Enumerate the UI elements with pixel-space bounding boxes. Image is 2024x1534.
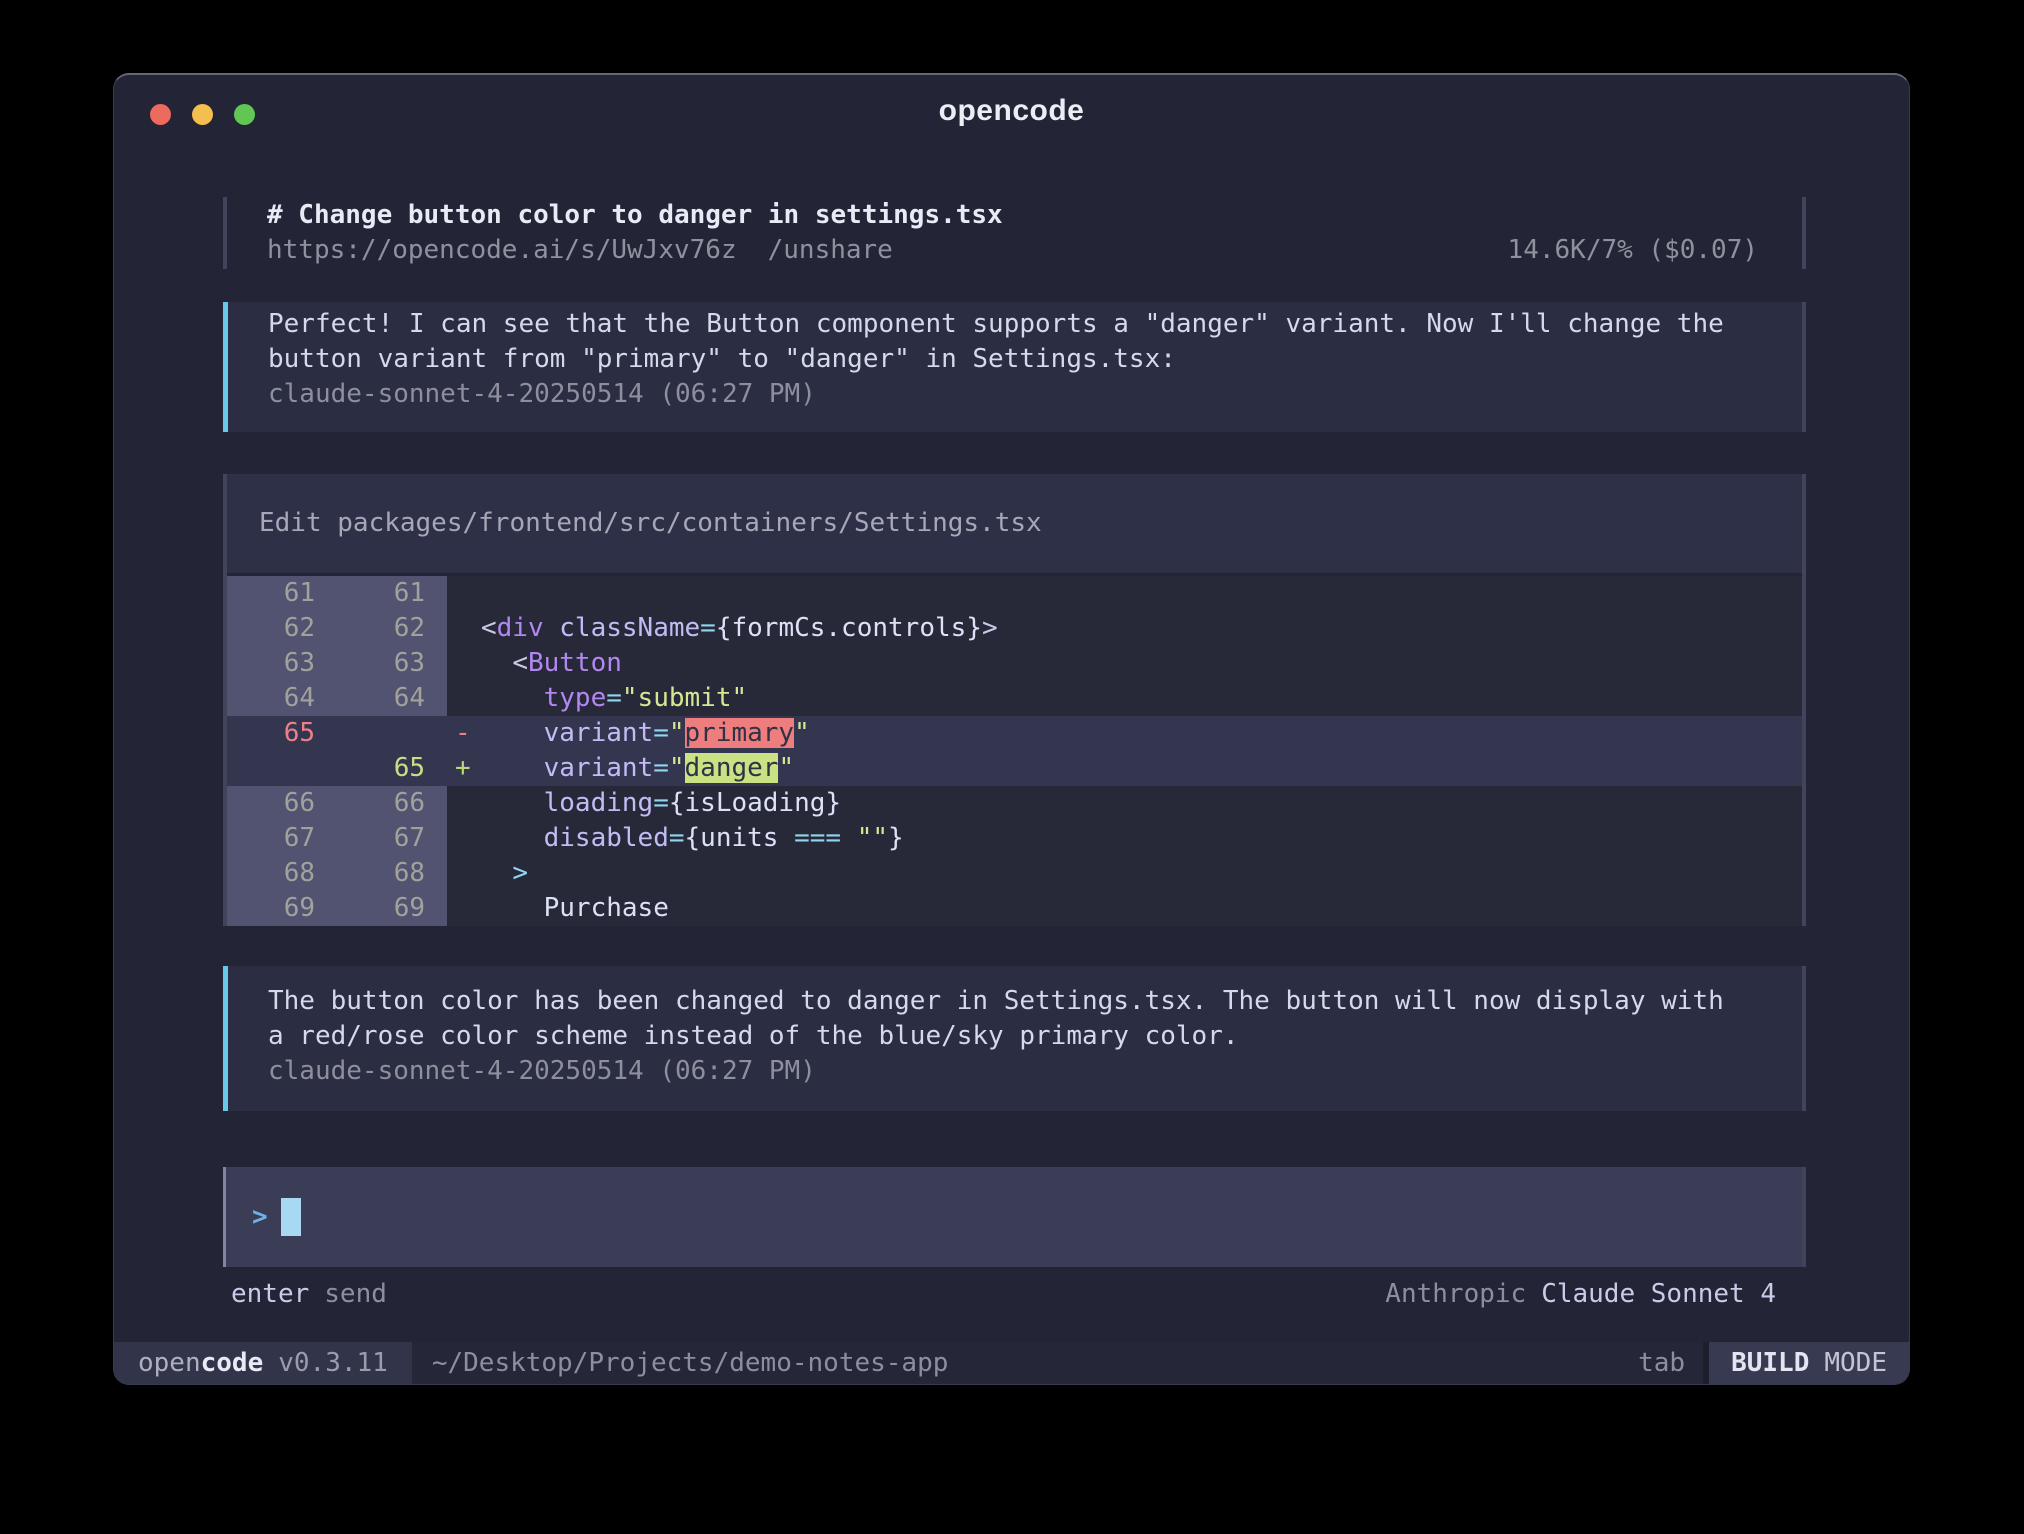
diff-row: 6868 > [227, 856, 1802, 891]
prompt-marker: > [252, 1200, 268, 1235]
message-line: button variant from "primary" to "danger… [268, 342, 1762, 377]
prompt-input[interactable]: > [223, 1167, 1806, 1267]
diff-row: 65- variant="primary" [227, 716, 1802, 751]
unshare-command[interactable]: /unshare [768, 233, 893, 268]
message-model-timestamp: claude-sonnet-4-20250514 (06:27 PM) [268, 1054, 1762, 1089]
token-usage-cost: 14.6K/7% ($0.07) [1508, 233, 1758, 268]
diff-row: 6767 disabled={units === ""} [227, 821, 1802, 856]
title-bar: opencode [114, 75, 1909, 142]
diff-row: 6464 type="submit" [227, 681, 1802, 716]
app-version-badge: opencodev0.3.11 [114, 1342, 412, 1384]
edit-tool-title: Edit packages/frontend/src/containers/Se… [227, 474, 1802, 576]
message-line: Perfect! I can see that the Button compo… [268, 307, 1762, 342]
diff-row: 65+ variant="danger" [227, 751, 1802, 786]
diff-row: 6666 loading={isLoading} [227, 786, 1802, 821]
assistant-message: Perfect! I can see that the Button compo… [223, 302, 1806, 432]
edit-tool-card: Edit packages/frontend/src/containers/Se… [223, 474, 1806, 926]
session-title: # Change button color to danger in setti… [267, 198, 1758, 233]
status-bar: opencodev0.3.11 ~/Desktop/Projects/demo-… [114, 1342, 1909, 1384]
model-indicator: AnthropicClaude Sonnet 4 [1385, 1277, 1776, 1313]
diff-row: 6262<div className={formCs.controls}> [227, 611, 1802, 646]
working-directory: ~/Desktop/Projects/demo-notes-app [432, 1346, 949, 1381]
diff-view: 61616262<div className={formCs.controls}… [227, 576, 1802, 926]
send-hint: entersend [231, 1277, 387, 1313]
hint-row: entersend AnthropicClaude Sonnet 4 [223, 1277, 1806, 1313]
session-header: # Change button color to danger in setti… [223, 197, 1806, 269]
share-url-link[interactable]: https://opencode.ai/s/UwJxv76z [267, 233, 737, 268]
message-line: a red/rose color scheme instead of the b… [268, 1019, 1762, 1054]
tab-key-hint: tab [1638, 1346, 1685, 1381]
opencode-window: opencode # Change button color to danger… [113, 73, 1910, 1385]
mode-toggle[interactable]: BUILDMODE [1703, 1342, 1909, 1384]
message-model-timestamp: claude-sonnet-4-20250514 (06:27 PM) [268, 377, 1762, 412]
text-cursor [281, 1198, 301, 1236]
diff-row: 6161 [227, 576, 1802, 611]
assistant-message: The button color has been changed to dan… [223, 966, 1806, 1111]
window-title: opencode [114, 93, 1909, 128]
diff-row: 6363 <Button [227, 646, 1802, 681]
diff-row: 6969 Purchase [227, 891, 1802, 926]
message-line: The button color has been changed to dan… [268, 984, 1762, 1019]
